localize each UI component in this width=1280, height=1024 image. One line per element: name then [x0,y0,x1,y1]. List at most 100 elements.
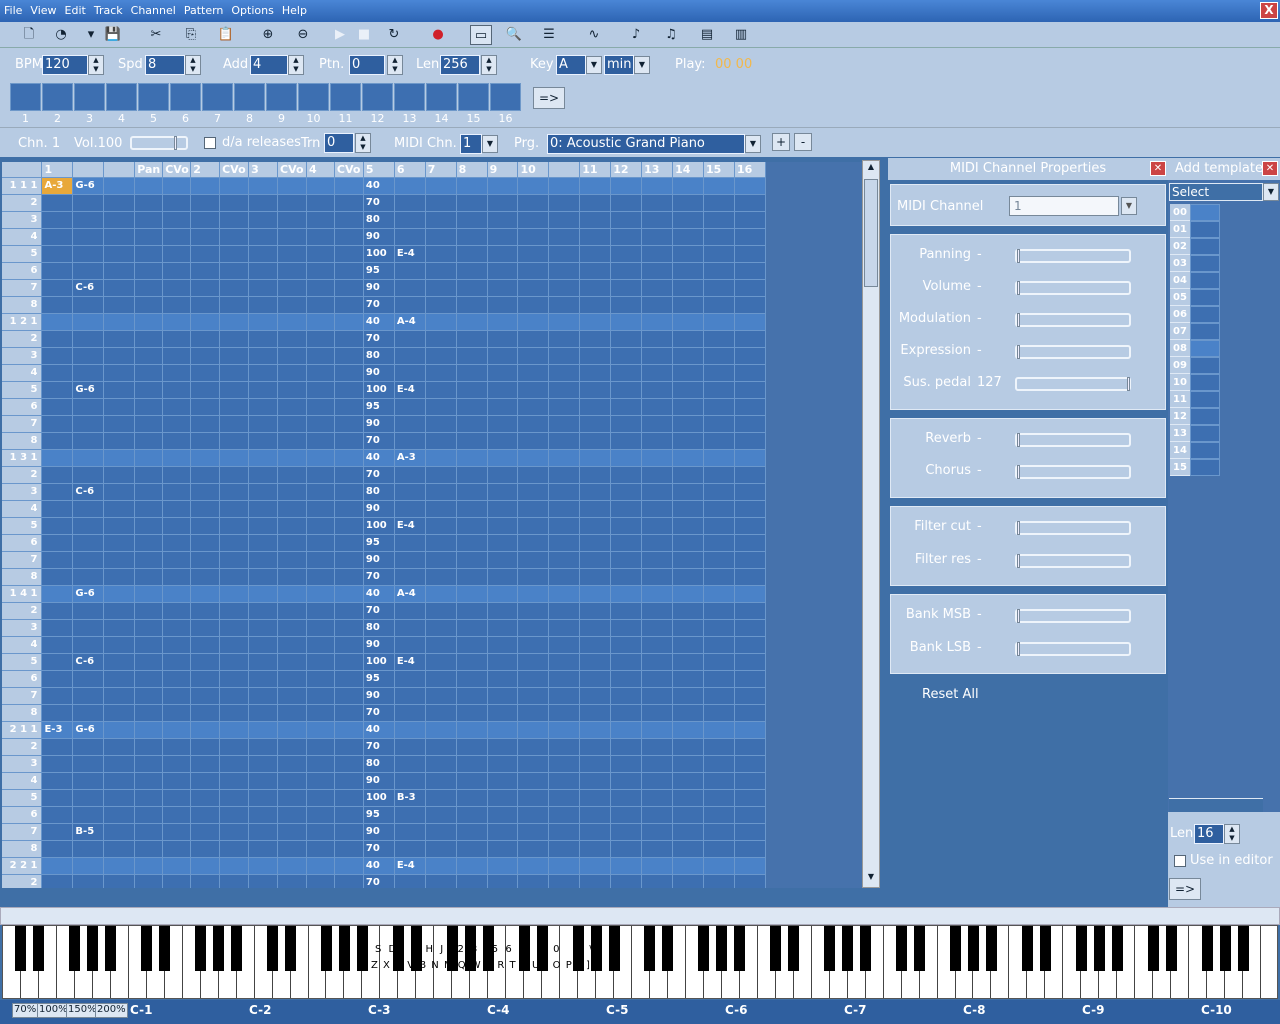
grid-cell[interactable] [734,721,766,739]
grid-cell[interactable] [703,721,735,739]
grid-cell[interactable] [487,381,519,399]
grid-cell[interactable] [456,687,488,705]
wave-icon[interactable]: ∿ [583,25,605,45]
grid-cell[interactable] [425,466,457,484]
grid-cell[interactable] [103,704,136,722]
grid-cell[interactable] [162,670,192,688]
grid-cell[interactable] [579,687,612,705]
grid-cell[interactable] [548,704,581,722]
grid-cell[interactable] [41,245,74,263]
grid-cell[interactable] [579,245,612,263]
black-key[interactable] [267,926,279,971]
grid-cell[interactable] [456,551,488,569]
grid-cell[interactable] [219,874,250,888]
grid-cell[interactable] [548,517,581,535]
grid-cell[interactable] [425,194,457,212]
grid-cell[interactable] [41,415,74,433]
grid-cell[interactable] [394,840,426,858]
grid-cell[interactable] [487,551,519,569]
grid-cell[interactable] [672,840,704,858]
grid-cell[interactable]: E-4 [394,857,426,875]
grid-cell[interactable] [641,670,674,688]
grid-cell[interactable] [306,840,335,858]
grid-cell[interactable] [41,806,74,824]
grid-cell[interactable] [334,330,364,348]
grid-cell[interactable] [72,466,105,484]
grid-cell[interactable] [190,364,221,382]
grid-cell[interactable] [334,823,364,841]
program-dropdown-icon[interactable]: ▼ [745,135,761,153]
grid-cell[interactable] [641,619,674,637]
grid-cell[interactable] [548,211,581,229]
grid-cell[interactable] [277,568,307,586]
grid-cell[interactable] [103,245,136,263]
grid-cell[interactable] [306,211,335,229]
template-dropdown-icon[interactable]: ▼ [1263,183,1279,201]
grid-cell[interactable] [277,245,307,263]
grid-cell[interactable] [734,211,766,229]
grid-cell[interactable] [277,432,307,450]
grid-cell[interactable] [548,755,581,773]
column-header[interactable]: CVo [334,162,364,178]
grid-cell[interactable] [487,296,519,314]
grid-cell[interactable] [41,296,74,314]
stop-icon[interactable]: ■ [353,25,375,45]
grid-cell[interactable] [734,874,766,888]
grid-cell[interactable] [734,432,766,450]
grid-cell[interactable] [41,738,74,756]
grid-cell[interactable] [277,466,307,484]
loop-icon[interactable]: ↻ [383,25,405,45]
grid-cell[interactable] [162,347,192,365]
grid-cell[interactable] [394,330,426,348]
grid-cell[interactable] [641,194,674,212]
grid-cell[interactable] [456,381,488,399]
grid-cell[interactable] [103,653,136,671]
grid-cell[interactable] [162,653,192,671]
grid-cell[interactable] [641,653,674,671]
grid-cell[interactable] [548,466,581,484]
grid-cell[interactable] [103,517,136,535]
grid-cell[interactable] [190,211,221,229]
grid-cell[interactable]: E-4 [394,381,426,399]
grid-cell[interactable] [517,687,550,705]
grid-cell[interactable] [641,517,674,535]
grid-cell[interactable] [190,449,221,467]
grid-cell[interactable] [425,789,457,807]
grid-cell[interactable] [456,670,488,688]
grid-cell[interactable] [548,568,581,586]
grid-cell[interactable] [703,211,735,229]
black-key[interactable] [33,926,45,971]
grid-cell[interactable] [579,789,612,807]
grid-cell[interactable] [248,721,278,739]
grid-cell[interactable] [548,245,581,263]
grid-cell[interactable] [672,313,704,331]
grid-cell[interactable] [134,347,164,365]
grid-cell[interactable] [190,194,221,212]
grid-cell[interactable] [517,466,550,484]
grid-cell[interactable] [103,262,136,280]
grid-cell[interactable] [672,517,704,535]
grid-cell[interactable] [162,432,192,450]
grid-cell[interactable] [219,330,250,348]
grid-cell[interactable] [487,483,519,501]
black-key[interactable] [985,926,997,971]
template-cell[interactable] [1190,408,1220,425]
grid-cell[interactable]: 40 [363,313,395,331]
grid-cell[interactable] [72,364,105,382]
grid-cell[interactable] [72,194,105,212]
grid-cell[interactable] [425,177,457,195]
grid-cell[interactable] [672,636,704,654]
grid-cell[interactable] [394,415,426,433]
grid-cell[interactable] [103,296,136,314]
grid-cell[interactable] [306,177,335,195]
grid-cell[interactable] [425,381,457,399]
grid-cell[interactable] [277,670,307,688]
grid-cell[interactable] [103,534,136,552]
grid-cell[interactable] [190,347,221,365]
grid-cell[interactable] [190,279,221,297]
grid-cell[interactable] [641,211,674,229]
grid-cell[interactable] [517,177,550,195]
template-cell[interactable] [1190,255,1220,272]
key-select[interactable]: A [556,55,586,75]
grid-cell[interactable] [248,449,278,467]
